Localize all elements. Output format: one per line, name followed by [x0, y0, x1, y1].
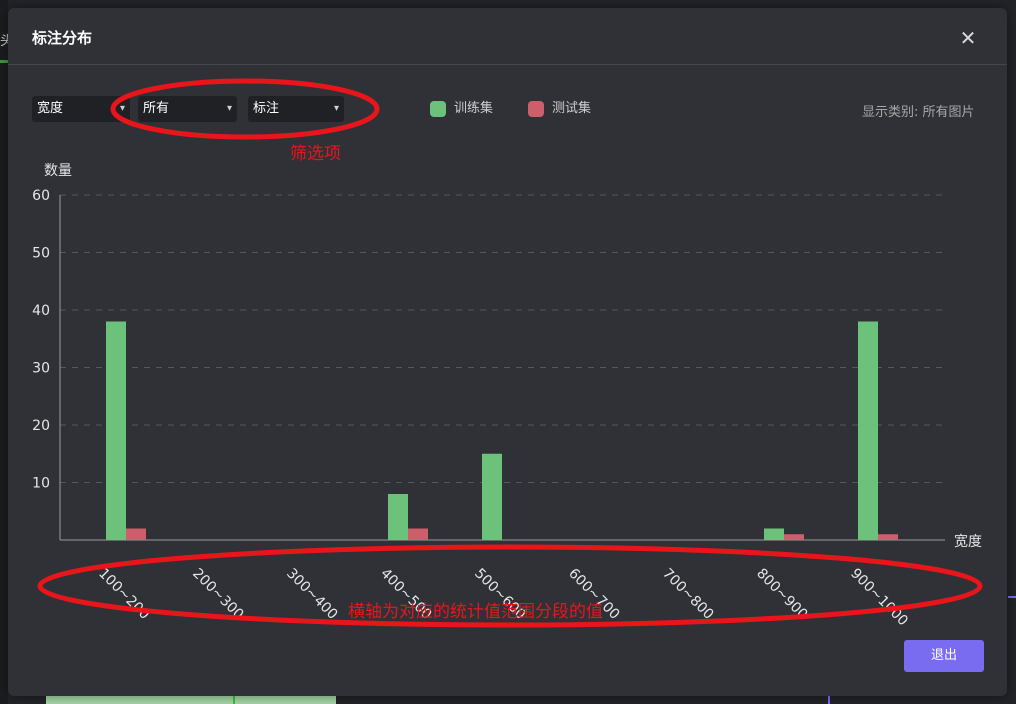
background-highlight-line — [0, 60, 8, 63]
y-tick-label: 30 — [32, 361, 50, 377]
x-tick-label: 900~1000 — [847, 566, 911, 630]
y-tick-label: 20 — [32, 418, 50, 434]
y-tick-label: 10 — [32, 476, 50, 492]
background-marker-line — [233, 696, 235, 704]
background-accent-line-2 — [828, 696, 830, 704]
bar-chart: 102030405060数量宽度100~200 200~300 300~400 400… — [32, 78, 983, 630]
y-tick-label: 60 — [32, 188, 50, 204]
y-tick-label: 40 — [32, 303, 50, 319]
x-tick-label: 300~400 — [283, 566, 340, 623]
background-accent-line — [1008, 596, 1016, 598]
annotation-filter-note: 筛选项 — [290, 144, 341, 164]
background-thumbnail-strip — [46, 696, 336, 704]
annotation-ellipse-filters — [110, 78, 380, 140]
x-tick-label: 100~200 — [95, 566, 152, 623]
bar-train — [106, 321, 126, 540]
y-axis-title: 数量 — [44, 163, 72, 179]
exit-button[interactable]: 退出 — [904, 640, 984, 672]
bar-train — [482, 453, 502, 540]
x-tick-label: 700~800 — [659, 566, 716, 623]
bar-test — [784, 534, 804, 540]
background-app-strip — [0, 0, 8, 704]
bar-train — [764, 528, 784, 540]
annotation-axis-note: 横轴为对应的统计值范围分段的值 — [348, 602, 603, 622]
y-tick-label: 50 — [32, 246, 50, 262]
bar-train — [858, 321, 878, 540]
bar-test — [126, 528, 146, 540]
distribution-modal: 标注分布 ✕ 宽度 ▾ 所有 ▾ 标注 ▾ 训练集 测试集 显示类别: 所有图片… — [8, 8, 1007, 696]
bar-test — [878, 534, 898, 540]
x-axis-title: 宽度 — [954, 533, 982, 550]
bar-test — [408, 528, 428, 540]
bar-train — [388, 494, 408, 540]
